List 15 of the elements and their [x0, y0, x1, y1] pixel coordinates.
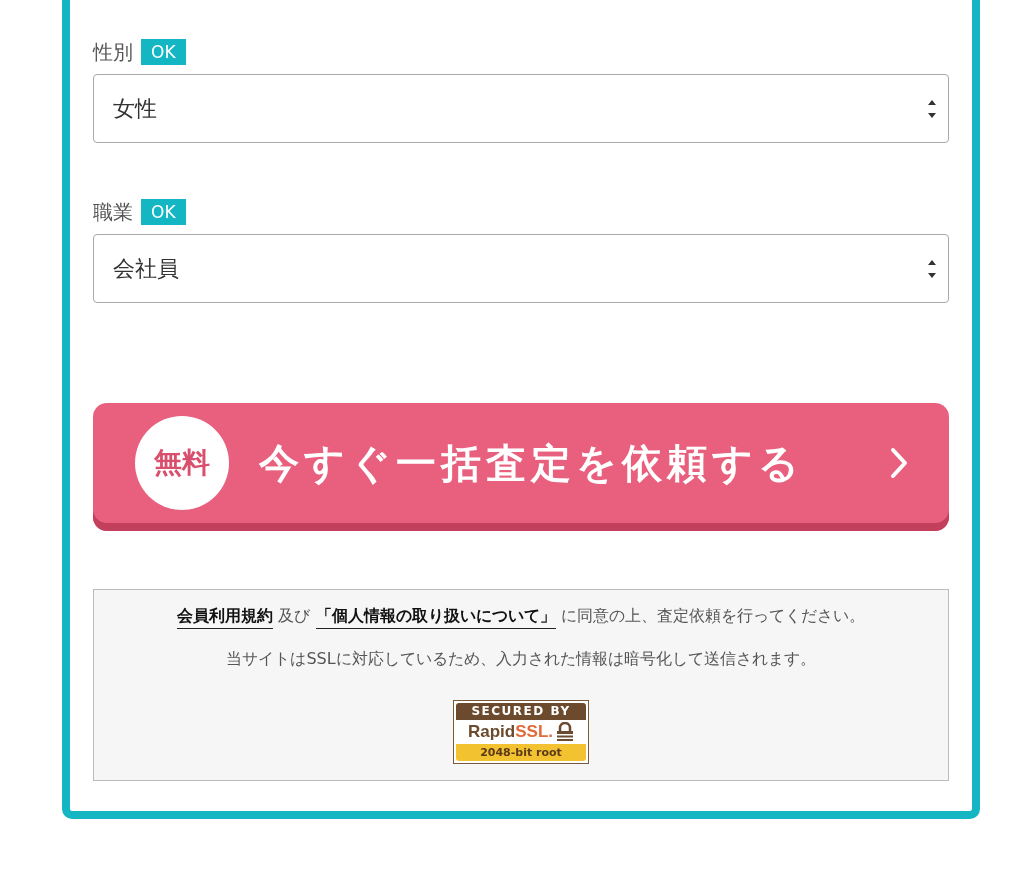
padlock-icon: [556, 722, 574, 742]
field-label: 性別: [93, 38, 133, 66]
ssl-note: 当サイトはSSLに対応しているため、入力された情報は暗号化して送信されます。: [226, 649, 816, 670]
ssl-seal: SECURED BY RapidSSL. 2048-bit root: [453, 700, 589, 764]
field-label: 職業: [93, 198, 133, 226]
status-badge: OK: [141, 199, 186, 225]
agreement-text: 会員利用規約 及び 「個人情報の取り扱いについて」 に同意の上、査定依頼を行ってください。: [177, 606, 865, 627]
select-field[interactable]: 女性: [93, 74, 949, 143]
select-field[interactable]: 会社員: [93, 234, 949, 303]
chevron-icon: [889, 446, 909, 480]
terms-link[interactable]: 「個人情報の取り扱いについて」: [315, 606, 556, 629]
request-button[interactable]: 無料 今すぐ一括査定を依頼する: [93, 403, 949, 531]
terms-link[interactable]: 会員利用規約: [177, 606, 274, 629]
free-badge: 無料: [135, 416, 229, 510]
status-badge: OK: [141, 39, 186, 65]
